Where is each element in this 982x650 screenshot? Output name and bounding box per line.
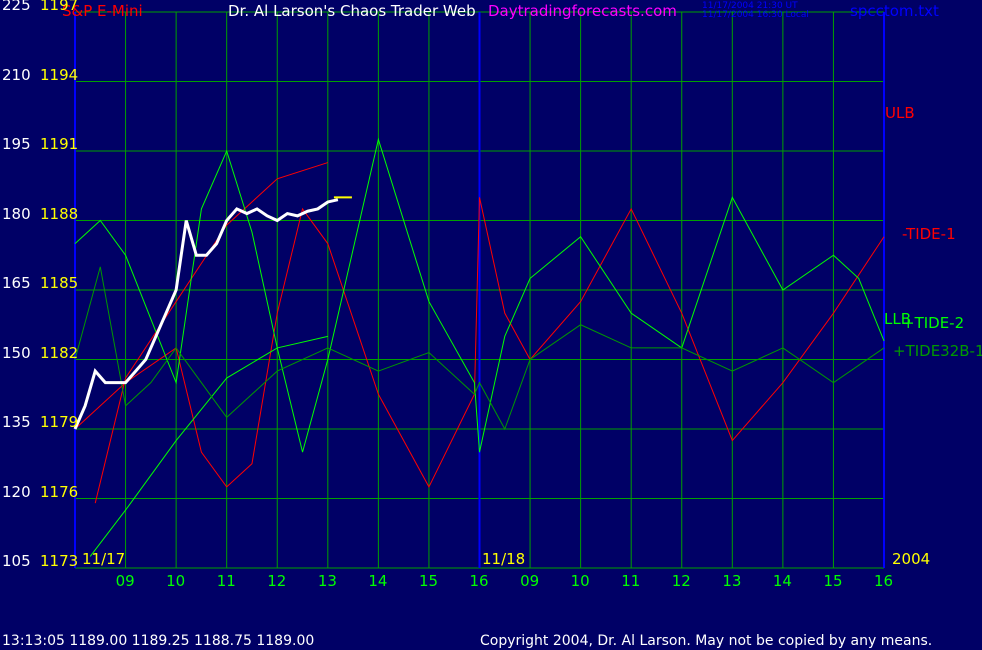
y-tick-price: 1176 — [40, 482, 79, 501]
y-tick-price: 1182 — [40, 343, 79, 362]
x-tick-label: 16 — [469, 572, 489, 590]
x-tick-label: 11 — [216, 572, 236, 590]
series-label-tide32b: +TIDE32B-1 — [893, 342, 982, 360]
y-tick-price: 1191 — [40, 135, 79, 153]
chart-title: Dr. Al Larson's Chaos Trader Web — [228, 2, 476, 20]
y-tick-price: 1173 — [40, 552, 79, 570]
series-label-tide1: -TIDE-1 — [902, 225, 956, 243]
date-label-2: 11/18 — [482, 550, 526, 568]
x-tick-label: 14 — [368, 572, 388, 590]
x-tick-label: 09 — [520, 572, 540, 590]
date-label-1: 11/17 — [82, 550, 126, 568]
y-tick-outer: 225 — [2, 0, 31, 14]
copyright: Copyright 2004, Dr. Al Larson. May not b… — [480, 633, 933, 649]
site-link[interactable]: Daytradingforecasts.com — [488, 4, 677, 19]
y-tick-outer: 135 — [2, 413, 31, 431]
x-tick-label: 13 — [317, 572, 337, 590]
price-path — [73, 198, 339, 430]
x-tick-label: 12 — [671, 572, 691, 590]
x-tick-label: 16 — [874, 572, 894, 590]
y-tick-price: 1194 — [40, 65, 79, 84]
y-tick-price: 1179 — [40, 413, 79, 431]
y-tick-price: 1188 — [40, 204, 79, 223]
x-tick-label: 15 — [418, 572, 439, 590]
series-label-tide2: +TIDE-2 — [902, 314, 965, 332]
y-tick-price: 1197 — [40, 0, 79, 14]
year-label: 2004 — [892, 550, 931, 568]
x-tick-label: 10 — [570, 572, 590, 590]
timestamp-local: 11/17/2004 16:30 Local — [702, 10, 809, 20]
series-label-ulb: ULB — [885, 104, 915, 122]
x-tick-label: 09 — [115, 572, 135, 590]
y-tick-outer: 150 — [2, 343, 31, 362]
grid — [74, 11, 885, 569]
x-tick-label: 11 — [621, 572, 641, 590]
x-tick-label: 13 — [722, 572, 742, 590]
x-tick-label: 12 — [267, 572, 287, 590]
y-tick-outer: 210 — [2, 65, 31, 84]
y-tick-outer: 120 — [2, 482, 31, 501]
x-tick-label: 14 — [772, 572, 792, 590]
x-tick-label: 10 — [166, 572, 186, 590]
y-tick-outer: 105 — [2, 552, 31, 570]
y-tick-outer: 180 — [2, 204, 31, 223]
x-tick-label: 15 — [823, 572, 843, 590]
y-tick-outer: 165 — [2, 274, 31, 292]
y-tick-price: 1185 — [40, 274, 79, 292]
file-label: spcctom.txt — [850, 2, 939, 20]
quote-line: 13:13:05 1189.00 1189.25 1188.75 1189.00 — [2, 633, 315, 649]
y-tick-outer: 195 — [2, 135, 31, 153]
